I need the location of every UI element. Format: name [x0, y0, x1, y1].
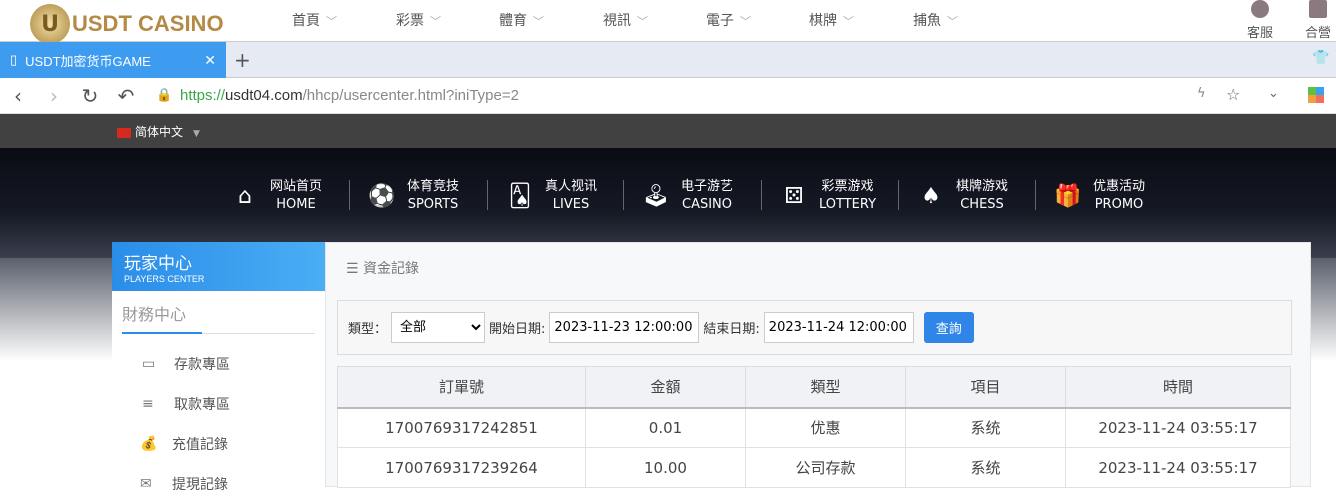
- mainnav-chess[interactable]: ♠ 棋牌游戏 CHESS: [898, 178, 1008, 214]
- browser-tabbar: ▯ USDT加密货币GAME ✕ + 👕: [0, 42, 1336, 78]
- money-bag-icon: 💰: [140, 436, 158, 452]
- col-type: 類型: [745, 366, 906, 409]
- partner-link[interactable]: 合營: [1305, 0, 1331, 41]
- star-icon[interactable]: ☆: [1226, 85, 1240, 104]
- new-tab-button[interactable]: +: [234, 48, 251, 72]
- hand-icon: ≡: [142, 396, 154, 412]
- sidebar-item-recharge-records[interactable]: 💰 充值記錄: [112, 424, 325, 464]
- start-date-label: 開始日期:: [489, 322, 546, 337]
- ball-icon: ⚽: [368, 183, 396, 209]
- chat-icon: [1251, 0, 1269, 18]
- filter-bar: 類型： 全部 開始日期: 結束日期: 查詢: [337, 300, 1292, 355]
- col-amount: 金額: [585, 366, 746, 409]
- mainnav-promo[interactable]: 🎁 优惠活动 PROMO: [1035, 178, 1145, 214]
- home-icon: ⌂: [238, 183, 252, 209]
- end-date-label: 結束日期:: [703, 322, 760, 337]
- type-label: 類型：: [348, 322, 388, 337]
- mainnav-lottery[interactable]: ⚄ 彩票游戏 LOTTERY: [761, 178, 876, 214]
- joystick-icon: 🕹: [642, 183, 670, 209]
- query-button[interactable]: 查詢: [923, 312, 974, 343]
- lock-icon: 🔒: [156, 88, 173, 103]
- col-time: 時間: [1065, 366, 1291, 409]
- mainnav-home[interactable]: ⌂ 网站首页 HOME: [230, 178, 322, 214]
- topnav-item[interactable]: 體育 ﹀: [499, 10, 544, 30]
- address-bar: ‹ › ↻ ↶ 🔒 https://usdt04.com/hhcp/usercente…: [0, 78, 1336, 114]
- lightning-icon[interactable]: ϟ: [1197, 86, 1206, 101]
- table-row: 1700769317242851 0.01 优惠 系统 2023-11-24 03:55…: [337, 407, 1291, 448]
- logo[interactable]: U USDT CASINO: [30, 4, 224, 44]
- sidebar-item-withdraw[interactable]: ≡ 取款專區: [112, 384, 325, 424]
- table-header: 訂單號 金額 類型 項目 時間: [337, 366, 1291, 409]
- dice-icon: ⚄: [784, 183, 804, 209]
- page-icon: ▯: [10, 52, 18, 67]
- topnav-item[interactable]: 棋牌 ﹀: [809, 10, 854, 30]
- close-tab-icon[interactable]: ✕: [204, 52, 216, 69]
- partner-icon: [1309, 0, 1327, 18]
- spade-icon: ♠: [921, 183, 941, 209]
- section-title: 財務中心: [122, 301, 315, 334]
- sidebar: 玩家中心 PLAYERS CENTER 財務中心 ▭ 存款專區 ≡ 取款專區 💰 充值記…: [112, 242, 325, 493]
- main-panel: ☰ 資金記錄 類型： 全部 開始日期: 結束日期: 查詢 訂單號 金額 類型 項…: [325, 242, 1311, 488]
- back-icon[interactable]: ‹: [0, 84, 36, 108]
- table-row: 1700769317239264 10.00 公司存款 系统 2023-11-24 03…: [337, 447, 1291, 488]
- records-table: 訂單號 金額 類型 項目 時間 1700769317242851 0.01 优惠 系统…: [337, 366, 1291, 488]
- sidebar-item-deposit[interactable]: ▭ 存款專區: [112, 344, 325, 384]
- reload-icon[interactable]: ↻: [72, 84, 108, 108]
- forward-icon[interactable]: ›: [36, 84, 72, 108]
- cards-icon: 🂡: [508, 183, 532, 209]
- start-date-input[interactable]: [549, 312, 700, 343]
- topnav-item[interactable]: 視訊 ﹀: [603, 10, 648, 30]
- sidebar-header: 玩家中心 PLAYERS CENTER: [112, 242, 325, 291]
- mainnav-lives[interactable]: 🂡 真人视讯 LIVES: [487, 178, 597, 214]
- breadcrumb: ☰ 資金記錄: [346, 261, 420, 277]
- topnav-item[interactable]: 捕魚 ﹀: [913, 10, 958, 30]
- site-header: U USDT CASINO 首頁 ﹀ 彩票 ﹀ 體育 ﹀ 視訊 ﹀ 電子 ﹀ 棋牌 ﹀ 捕魚 ﹀…: [0, 0, 1336, 44]
- sidebar-item-withdraw-records[interactable]: ✉ 提現記錄: [112, 464, 325, 504]
- envelope-icon: ✉: [140, 476, 152, 492]
- col-order-no: 訂單號: [337, 366, 586, 409]
- topnav-item[interactable]: 彩票 ﹀: [396, 10, 441, 30]
- browser-tab[interactable]: ▯ USDT加密货币GAME ✕: [0, 42, 226, 78]
- mainnav-casino[interactable]: 🕹 电子游艺 CASINO: [623, 178, 733, 214]
- skin-icon[interactable]: 👕: [1312, 50, 1329, 66]
- apps-icon[interactable]: [1308, 87, 1324, 103]
- end-date-input[interactable]: [763, 312, 914, 343]
- undo-icon[interactable]: ↶: [108, 84, 144, 108]
- language-bar: 简体中文 ▼: [0, 114, 1336, 148]
- topnav-item[interactable]: 首頁 ﹀: [292, 10, 337, 30]
- mainnav-sports[interactable]: ⚽ 体育竞技 SPORTS: [349, 178, 459, 214]
- card-icon: ▭: [142, 356, 156, 372]
- gift-icon: 🎁: [1054, 183, 1082, 209]
- customer-service-link[interactable]: 客服: [1247, 0, 1273, 41]
- flag-icon: [117, 127, 131, 138]
- type-select[interactable]: 全部: [391, 312, 486, 343]
- col-item: 項目: [905, 366, 1066, 409]
- language-select[interactable]: 简体中文 ▼: [117, 123, 200, 140]
- chevron-down-icon[interactable]: ⌄: [1268, 86, 1279, 101]
- url-input[interactable]: https://usdt04.com/hhcp/usercenter.html?…: [180, 87, 519, 104]
- topnav-item[interactable]: 電子 ﹀: [706, 10, 751, 30]
